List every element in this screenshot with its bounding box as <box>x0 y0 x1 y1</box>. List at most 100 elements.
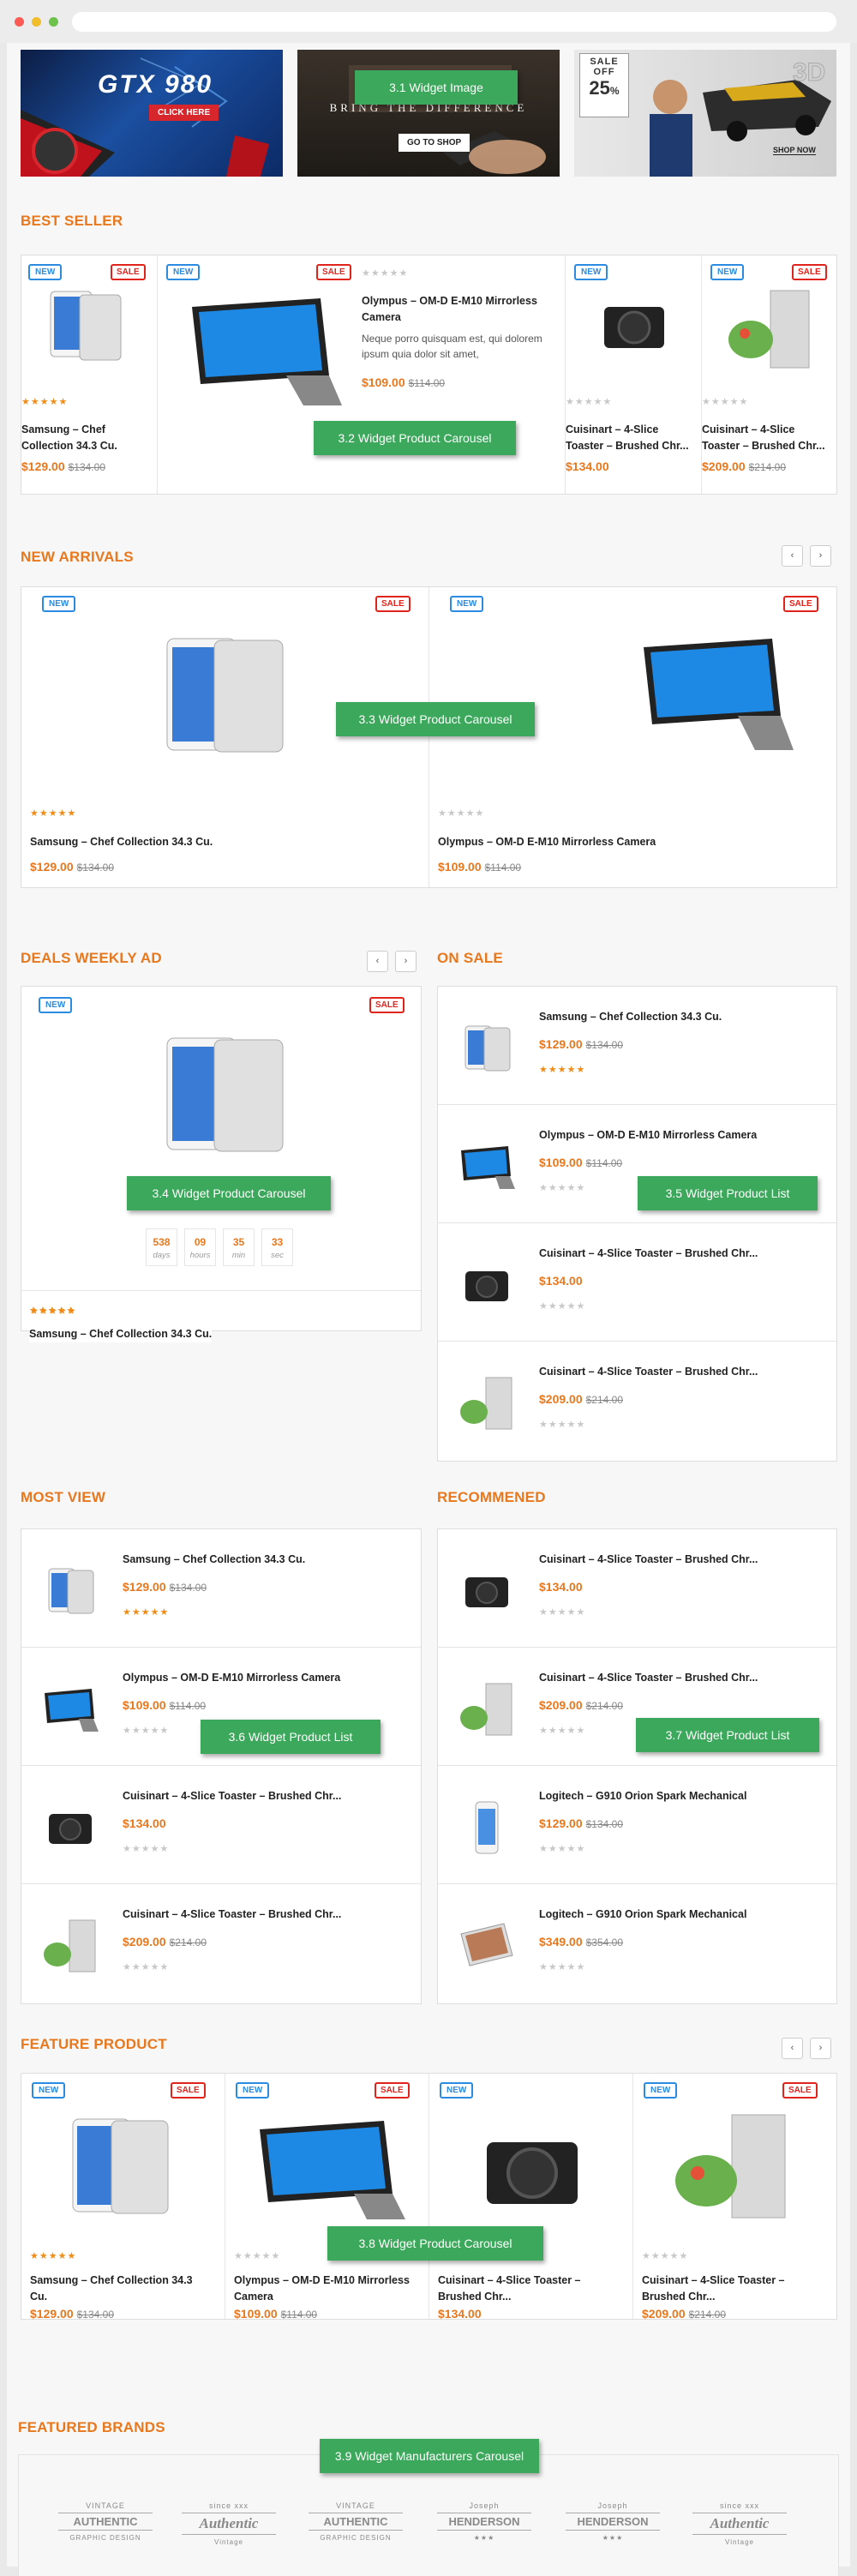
product-name[interactable]: Cuisinart – 4-Slice Toaster – Brushed Ch… <box>123 1790 341 1802</box>
sale-badge: SALE <box>783 596 818 612</box>
product-name[interactable]: Samsung – Chef Collection 34.3 Cu. <box>123 1553 305 1565</box>
product-name[interactable]: Cuisinart – 4-Slice Toaster – Brushed Ch… <box>702 422 830 454</box>
product-name[interactable]: Olympus – OM-D E-M10 Mirrorless Camera <box>123 1672 340 1684</box>
list-item[interactable]: Samsung – Chef Collection 34.3 Cu. $129.… <box>21 1529 421 1648</box>
carousel-next-button[interactable]: › <box>810 2038 831 2059</box>
brand-line-2: AUTHENTIC <box>58 2513 153 2531</box>
product-name[interactable]: Samsung – Chef Collection 34.3 Cu. <box>21 422 141 454</box>
product-name[interactable]: Logitech – G910 Orion Spark Mechanical <box>539 1790 746 1802</box>
product-name[interactable]: Cuisinart – 4-Slice Toaster – Brushed Ch… <box>438 2273 618 2305</box>
list-item[interactable]: Cuisinart – 4-Slice Toaster – Brushed Ch… <box>438 1529 836 1648</box>
product-price: $134.00 <box>123 1816 166 1830</box>
surface-tablet-image <box>260 2121 405 2219</box>
product-name[interactable]: Cuisinart – 4-Slice Toaster – Brushed Ch… <box>123 1908 341 1920</box>
star-rating: ★★★★★ <box>362 268 409 279</box>
carousel-prev-button[interactable]: ‹ <box>782 545 803 567</box>
close-window-icon[interactable] <box>15 17 24 27</box>
banner-gtx[interactable]: GTX 980 CLICK HERE <box>21 50 283 177</box>
recommended-list: Cuisinart – 4-Slice Toaster – Brushed Ch… <box>437 1528 837 2004</box>
product-card[interactable]: NEW SALE ★★★★★ Cuisinart – 4-Slice Toast… <box>702 255 838 494</box>
browser-chrome <box>0 0 857 43</box>
list-item[interactable]: Cuisinart – 4-Slice Toaster – Brushed Ch… <box>438 1342 836 1460</box>
product-card[interactable]: NEW ★★★★★ Cuisinart – 4-Slice Toaster – … <box>566 255 702 494</box>
product-name[interactable]: Cuisinart – 4-Slice Toaster – Brushed Ch… <box>566 422 694 454</box>
list-item[interactable]: Logitech – G910 Orion Spark Mechanical $… <box>438 1884 836 2003</box>
list-item[interactable]: Cuisinart – 4-Slice Toaster – Brushed Ch… <box>21 1766 421 1884</box>
click-here-button[interactable]: CLICK HERE <box>149 105 219 121</box>
product-name[interactable]: Olympus – OM-D E-M10 Mirrorless Camera <box>539 1129 757 1141</box>
widget-label-3-1: 3.1 Widget Image <box>355 70 518 105</box>
product-name[interactable]: Samsung – Chef Collection 34.3 Cu. <box>30 2273 210 2305</box>
product-card[interactable]: NEW ★★★★★ Cuisinart – 4-Slice Toaster – … <box>429 2074 633 2321</box>
brand-logo[interactable]: since xxx Authentic Vintage <box>692 2496 787 2565</box>
list-item[interactable]: Samsung – Chef Collection 34.3 Cu. $129.… <box>438 987 836 1105</box>
product-name[interactable]: Olympus – OM-D E-M10 Mirrorless Camera <box>234 2273 414 2305</box>
brand-logo[interactable]: since xxx Authentic Vintage <box>182 2496 276 2565</box>
price-old: $114.00 <box>585 1157 623 1169</box>
minimize-window-icon[interactable] <box>32 17 41 27</box>
feature-carousel: NEW SALE ★★★★★ Samsung – Chef Collection… <box>21 2073 838 2321</box>
brand-line-1: Joseph <box>469 2501 500 2510</box>
shop-now-button[interactable]: SHOP NOW <box>773 146 816 155</box>
brand-logo[interactable]: Joseph HENDERSON ★★★ <box>566 2496 660 2565</box>
tablet-product-image <box>72 2118 169 2214</box>
star-rating: ★★★★★ <box>539 1420 586 1430</box>
product-name[interactable]: Cuisinart – 4-Slice Toaster – Brushed Ch… <box>642 2273 822 2305</box>
product-card[interactable]: NEW SALE ★★★★★ Samsung – Chef Collection… <box>21 255 158 494</box>
product-name[interactable]: Samsung – Chef Collection 34.3 Cu. <box>30 834 213 850</box>
new-badge: NEW <box>440 2082 474 2099</box>
list-item[interactable]: Cuisinart – 4-Slice Toaster – Brushed Ch… <box>21 1884 421 2003</box>
go-to-shop-button[interactable]: GO TO SHOP <box>399 134 470 152</box>
banner-sale[interactable]: SALE OFF 25% 3D SHOP NOW <box>574 50 836 177</box>
tablet-product-image <box>50 291 122 361</box>
brand-line-1: VINTAGE <box>86 2501 125 2510</box>
new-badge: NEW <box>574 264 608 280</box>
new-badge: NEW <box>166 264 201 280</box>
brand-line-2: Authentic <box>182 2513 276 2535</box>
product-name[interactable]: Cuisinart – 4-Slice Toaster – Brushed Ch… <box>539 1247 758 1259</box>
star-rating: ★★★★★ <box>234 2251 281 2261</box>
price-current: $129.00 <box>539 1037 583 1051</box>
feature-product-title: FEATURE PRODUCT <box>21 2036 167 2052</box>
price-current: $349.00 <box>539 1935 583 1949</box>
carousel-next-button[interactable]: › <box>810 545 831 567</box>
product-card[interactable]: NEW SALE ★★★★★ Samsung – Chef Collection… <box>21 2074 225 2321</box>
product-name[interactable]: Cuisinart – 4-Slice Toaster – Brushed Ch… <box>539 1672 758 1684</box>
brand-logo[interactable]: Joseph HENDERSON ★★★ <box>437 2496 531 2565</box>
carousel-next-button[interactable]: › <box>395 951 417 972</box>
brand-line-3: GRAPHIC DESIGN <box>69 2534 141 2542</box>
product-card-featured[interactable]: NEW SALE ★★★★★ Olympus – OM-D E-M10 Mirr… <box>158 255 566 494</box>
brand-line-3: ★★★ <box>602 2534 624 2542</box>
list-item[interactable]: Logitech – G910 Orion Spark Mechanical $… <box>438 1766 836 1884</box>
widget-label-3-9: 3.9 Widget Manufacturers Carousel <box>320 2439 539 2473</box>
star-rating: ★★★★★ <box>539 1607 586 1618</box>
brand-logo[interactable]: VINTAGE AUTHENTIC GRAPHIC DESIGN <box>309 2496 403 2565</box>
best-seller-carousel: NEW SALE ★★★★★ Samsung – Chef Collection… <box>21 255 837 495</box>
carousel-prev-button[interactable]: ‹ <box>782 2038 803 2059</box>
product-name[interactable]: Samsung – Chef Collection 34.3 Cu. <box>539 1011 722 1023</box>
product-card[interactable]: NEW SALE ★★★★★ Samsung – Chef Collection… <box>21 587 429 887</box>
product-name[interactable]: Olympus – OM-D E-M10 Mirrorless Camera <box>362 293 550 326</box>
sale-badge: SALE <box>316 264 351 280</box>
carousel-prev-button[interactable]: ‹ <box>367 951 388 972</box>
product-name[interactable]: Cuisinart – 4-Slice Toaster – Brushed Ch… <box>539 1553 758 1565</box>
price-current: $129.00 <box>21 459 65 473</box>
brand-logo[interactable]: VINTAGE AUTHENTIC GRAPHIC DESIGN <box>58 2496 153 2565</box>
banner-tv-remote[interactable]: BRING THE DIFFERENCE GO TO SHOP <box>297 50 560 177</box>
sale-badge: SALE <box>375 596 411 612</box>
list-item[interactable]: Cuisinart – 4-Slice Toaster – Brushed Ch… <box>438 1223 836 1342</box>
product-name[interactable]: Samsung – Chef Collection 34.3 Cu. <box>29 1326 213 1342</box>
product-name[interactable]: Olympus – OM-D E-M10 Mirrorless Camera <box>438 834 656 850</box>
product-name[interactable]: Cuisinart – 4-Slice Toaster – Brushed Ch… <box>539 1366 758 1378</box>
star-rating: ★★★★★ <box>539 1726 586 1736</box>
address-bar[interactable] <box>72 12 836 32</box>
product-card[interactable]: NEW SALE ★★★★★ Olympus – OM-D E-M10 Mirr… <box>429 587 838 887</box>
maximize-window-icon[interactable] <box>49 17 58 27</box>
product-card[interactable]: NEW SALE ★★★★★ Olympus – OM-D E-M10 Mirr… <box>225 2074 429 2321</box>
price-old: $134.00 <box>76 2309 114 2321</box>
deals-weekly-title: DEALS WEEKLY AD <box>21 950 162 966</box>
sale-badge: SALE <box>792 264 827 280</box>
product-card[interactable]: NEW SALE ★★★★★ Cuisinart – 4-Slice Toast… <box>633 2074 838 2321</box>
product-name[interactable]: Logitech – G910 Orion Spark Mechanical <box>539 1908 746 1920</box>
product-price: $134.00 <box>539 1274 583 1288</box>
